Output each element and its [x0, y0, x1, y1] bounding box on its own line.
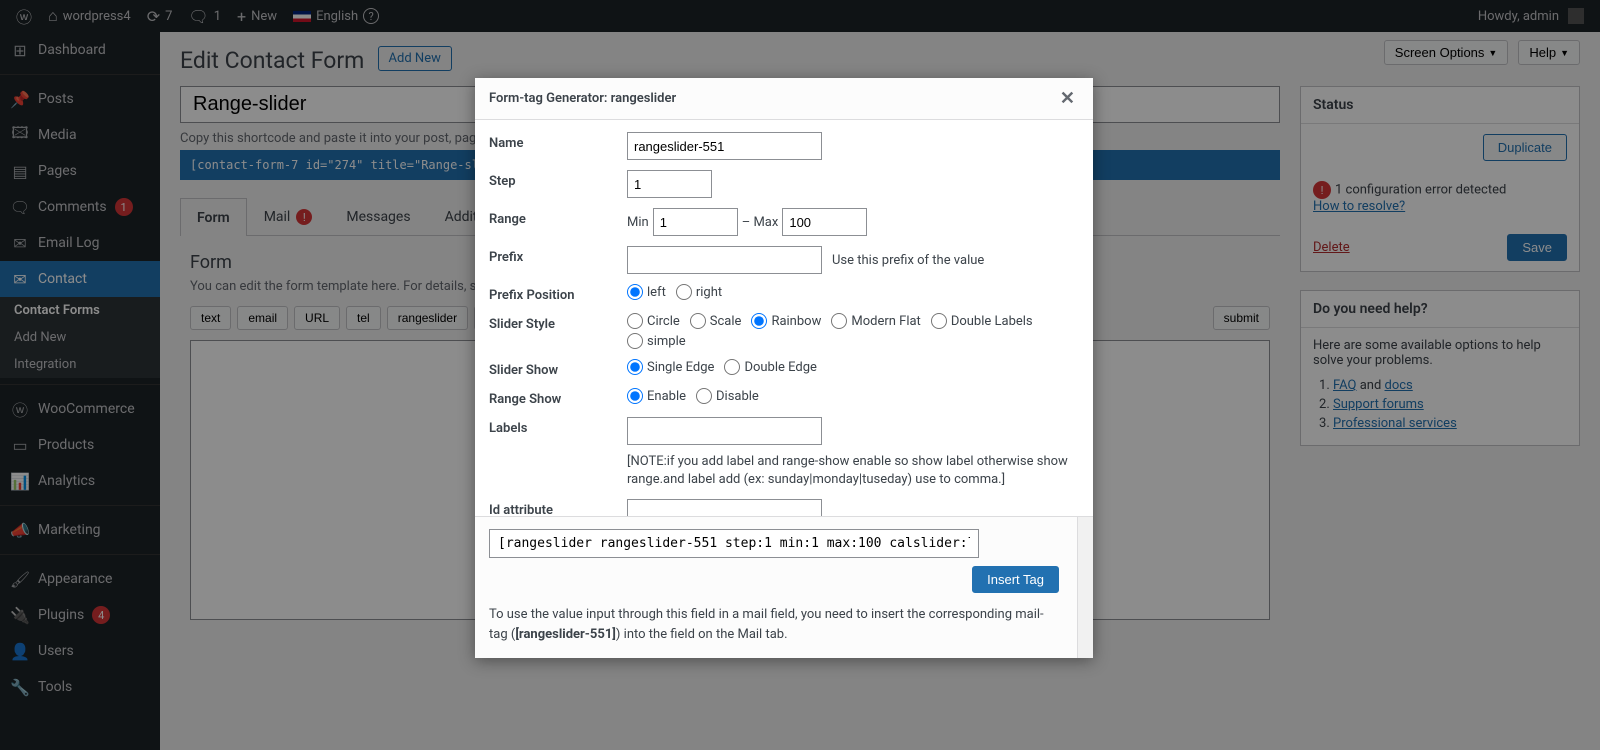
- style-circle-radio[interactable]: [627, 313, 643, 329]
- style-rainbow-radio[interactable]: [751, 313, 767, 329]
- step-input[interactable]: [627, 170, 712, 198]
- form-tag-modal: Form-tag Generator: rangeslider ✕ Name S…: [475, 78, 1093, 658]
- modal-title: Form-tag Generator: rangeslider: [489, 91, 676, 106]
- range-enable-radio[interactable]: [627, 388, 643, 404]
- prefix-left-radio[interactable]: [627, 284, 643, 300]
- range-disable-radio[interactable]: [696, 388, 712, 404]
- range-show-label: Range Show: [489, 388, 627, 407]
- prefix-pos-label: Prefix Position: [489, 284, 627, 303]
- max-input[interactable]: [782, 208, 867, 236]
- max-label: – Max: [742, 215, 779, 230]
- slider-show-label: Slider Show: [489, 359, 627, 378]
- labels-input[interactable]: [627, 417, 822, 445]
- footer-note: To use the value input through this fiel…: [489, 605, 1079, 644]
- close-icon[interactable]: ✕: [1056, 88, 1079, 109]
- scroll-down-icon[interactable]: ▼: [1082, 645, 1091, 656]
- name-input[interactable]: [627, 132, 822, 160]
- tag-output[interactable]: [489, 529, 979, 558]
- range-label: Range: [489, 208, 627, 227]
- labels-note: [NOTE:if you add label and range-show en…: [627, 453, 1079, 489]
- min-label: Min: [627, 215, 649, 230]
- style-doublelabels-radio[interactable]: [931, 313, 947, 329]
- id-attr-label: Id attribute: [489, 499, 627, 516]
- style-modernflat-radio[interactable]: [831, 313, 847, 329]
- labels-label: Labels: [489, 417, 627, 436]
- prefix-hint: Use this prefix of the value: [832, 253, 984, 268]
- scroll-up-icon[interactable]: ▲: [1082, 519, 1091, 530]
- name-label: Name: [489, 132, 627, 151]
- insert-tag-button[interactable]: Insert Tag: [972, 566, 1059, 593]
- mail-tag: [rangeslider-551]: [515, 627, 616, 642]
- step-label: Step: [489, 170, 627, 189]
- id-attr-input[interactable]: [627, 499, 822, 516]
- show-double-radio[interactable]: [724, 359, 740, 375]
- prefix-input[interactable]: [627, 246, 822, 274]
- prefix-label: Prefix: [489, 246, 627, 265]
- style-scale-radio[interactable]: [690, 313, 706, 329]
- show-single-radio[interactable]: [627, 359, 643, 375]
- min-input[interactable]: [653, 208, 738, 236]
- slider-style-label: Slider Style: [489, 313, 627, 332]
- style-simple-radio[interactable]: [627, 333, 643, 349]
- prefix-right-radio[interactable]: [676, 284, 692, 300]
